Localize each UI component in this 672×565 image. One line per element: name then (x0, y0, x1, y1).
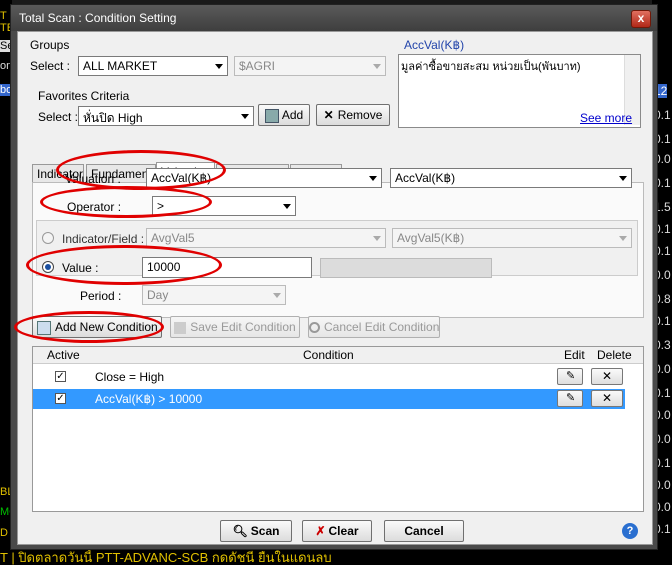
favorites-header: Favorites Criteria (38, 89, 130, 103)
sector-select: $AGRI (234, 56, 386, 76)
indicator-unit-select: AvgVal5(K฿) (392, 228, 632, 248)
groups-header: Groups (30, 38, 70, 52)
remove-favorite-button[interactable]: ✕ Remove (316, 104, 390, 126)
market-select[interactable]: ALL MARKET (78, 56, 228, 76)
help-icon[interactable]: ? (622, 523, 638, 539)
chevron-down-icon (273, 293, 281, 298)
see-more-link[interactable]: See more (580, 111, 632, 125)
indicator-select-value: AvgVal5 (151, 231, 195, 245)
cancel-edit-condition-label: Cancel Edit Condition (324, 320, 440, 334)
clear-icon: ✗ (315, 524, 326, 538)
sector-select-value: $AGRI (239, 59, 276, 73)
col-delete: Delete (597, 348, 632, 362)
indicator-select: AvgVal5 (146, 228, 386, 248)
dialog-title: Total Scan : Condition Setting (19, 11, 177, 25)
clear-button[interactable]: ✗ Clear (302, 520, 372, 542)
cancel-edit-condition-button[interactable]: Cancel Edit Condition (308, 316, 440, 338)
condition-setting-dialog: Total Scan : Condition Setting x Groups … (10, 4, 658, 550)
add-new-condition-button[interactable]: Add New Condition (32, 316, 162, 338)
cancel-icon (309, 322, 320, 334)
save-icon (174, 321, 187, 334)
add-icon (264, 108, 279, 123)
conditions-table: Active Condition Edit Delete ✓ Close = H… (32, 346, 644, 512)
col-active: Active (47, 348, 80, 362)
groups-select-label: Select : (30, 59, 71, 73)
valuation-unit-value: AccVal(K฿) (395, 171, 456, 185)
x-icon: ✕ (602, 369, 613, 383)
condition-text: AccVal(K฿) > 10000 (95, 392, 203, 406)
valuation-select-value: AccVal(K฿) (151, 171, 212, 185)
title-bar: Total Scan : Condition Setting x (11, 5, 657, 31)
value-disabled-field (320, 258, 492, 278)
x-icon: ✕ (602, 391, 613, 405)
value-input[interactable]: 10000 (142, 257, 312, 278)
table-header: Active Condition Edit Delete (33, 347, 643, 364)
market-select-value: ALL MARKET (83, 59, 158, 73)
edit-button[interactable]: ✎ (557, 368, 583, 385)
operator-label: Operator : (67, 200, 122, 214)
chevron-down-icon (619, 236, 627, 241)
pencil-icon: ✎ (566, 392, 576, 404)
add-favorite-label: Add (281, 108, 304, 122)
scan-label: Scan (250, 524, 280, 538)
valuation-label: Valuation : (65, 172, 121, 186)
period-select: Day (142, 285, 286, 305)
value-radio[interactable] (42, 261, 54, 273)
radio-dot (45, 264, 51, 270)
description-text: มูลค่าซื้อขายสะสม หน่วยเป็น(พันบาท) (401, 61, 581, 73)
dialog-client-area: Groups Select : ALL MARKET $AGRI Favorit… (17, 31, 653, 545)
bg-left-letter: T (0, 10, 7, 22)
scan-button[interactable]: 🔍︎ Scan (220, 520, 292, 542)
operator-select[interactable]: > (152, 196, 296, 216)
table-row[interactable]: ✓ Close = High ✎ ✕ (33, 367, 625, 387)
operator-select-value: > (157, 199, 165, 213)
period-select-value: Day (147, 288, 169, 302)
add-new-condition-label: Add New Condition (55, 320, 158, 334)
close-button[interactable]: x (631, 10, 651, 28)
active-checkbox[interactable]: ✓ (55, 371, 66, 382)
description-title: AccVal(K฿) (404, 38, 465, 52)
magnifier-icon: 🔍︎ (232, 524, 248, 538)
bg-left-letter: D (0, 527, 8, 539)
condition-text: Close = High (95, 370, 165, 384)
clear-label: Clear (328, 524, 359, 538)
chevron-down-icon (241, 114, 249, 119)
period-label: Period : (80, 289, 122, 303)
col-condition: Condition (303, 348, 354, 362)
valuation-unit-select[interactable]: AccVal(K฿) (390, 168, 632, 188)
favorites-select[interactable]: หั่นปิด High (78, 106, 254, 126)
x-icon: ✕ (323, 108, 334, 122)
chevron-down-icon (619, 176, 627, 181)
delete-button[interactable]: ✕ (591, 390, 623, 407)
col-edit: Edit (564, 348, 585, 362)
delete-button[interactable]: ✕ (591, 368, 623, 385)
indicator-unit-value: AvgVal5(K฿) (397, 231, 465, 245)
chevron-down-icon (369, 176, 377, 181)
favorites-select-label: Select : (38, 110, 79, 124)
add-condition-icon (37, 320, 51, 335)
value-label: Value : (62, 261, 99, 275)
save-edit-condition-button[interactable]: Save Edit Condition (170, 316, 300, 338)
chevron-down-icon (373, 236, 381, 241)
indicator-radio[interactable] (42, 232, 54, 244)
edit-button[interactable]: ✎ (557, 390, 583, 407)
chevron-down-icon (373, 64, 381, 69)
cancel-button[interactable]: Cancel (384, 520, 464, 542)
valuation-select[interactable]: AccVal(K฿) (146, 168, 382, 188)
save-edit-condition-label: Save Edit Condition (190, 320, 296, 334)
chevron-down-icon (215, 64, 223, 69)
active-checkbox[interactable]: ✓ (55, 393, 66, 404)
chevron-down-icon (283, 204, 291, 209)
description-box: มูลค่าซื้อขายสะสม หน่วยเป็น(พันบาท) See … (398, 54, 641, 128)
pencil-icon: ✎ (566, 370, 576, 382)
add-favorite-button[interactable]: Add (258, 104, 310, 126)
favorites-select-value: หั่นปิด High (83, 111, 143, 125)
remove-favorite-label: Remove (337, 108, 383, 122)
table-row-selected[interactable]: ✓ AccVal(K฿) > 10000 ✎ ✕ (33, 389, 625, 409)
indicator-field-label: Indicator/Field : (62, 232, 145, 246)
